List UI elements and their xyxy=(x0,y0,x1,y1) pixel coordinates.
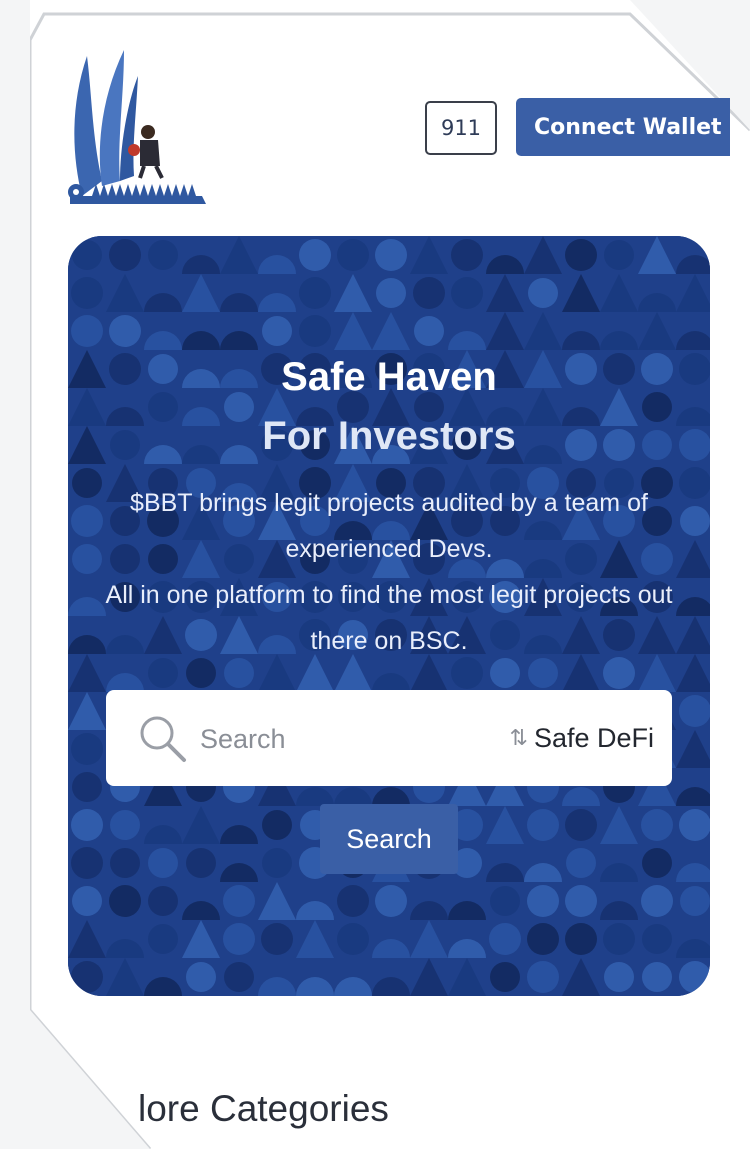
category-filter-value: Safe DeFi xyxy=(533,722,654,753)
site-header: 911 Connect Wallet xyxy=(0,0,750,220)
hero-title-line1: Safe Haven xyxy=(281,355,497,399)
connect-wallet-button[interactable]: Connect Wallet xyxy=(516,98,730,156)
hero-title-line2: For Investors xyxy=(262,414,516,458)
search-input[interactable] xyxy=(198,716,452,762)
search-bar: ⇅ Safe DeFi xyxy=(106,690,672,786)
notify-button[interactable]: 911 xyxy=(425,101,497,155)
hero-description-line1: $BBT brings legit projects audited by a … xyxy=(130,489,648,563)
logo-icon[interactable] xyxy=(62,46,212,210)
hero-content: Safe Haven For Investors $BBT brings leg… xyxy=(68,236,710,996)
category-filter-select[interactable]: ⇅ Safe DeFi xyxy=(464,716,655,760)
search-button[interactable]: Search xyxy=(320,804,458,874)
sort-icon: ⇅ xyxy=(509,725,528,750)
hero-banner: Safe Haven For Investors $BBT brings leg… xyxy=(68,236,710,996)
hero-description-line2: All in one platform to find the most leg… xyxy=(105,581,673,655)
search-icon xyxy=(140,716,186,762)
categories-section-title: lore Categories xyxy=(138,1088,389,1129)
